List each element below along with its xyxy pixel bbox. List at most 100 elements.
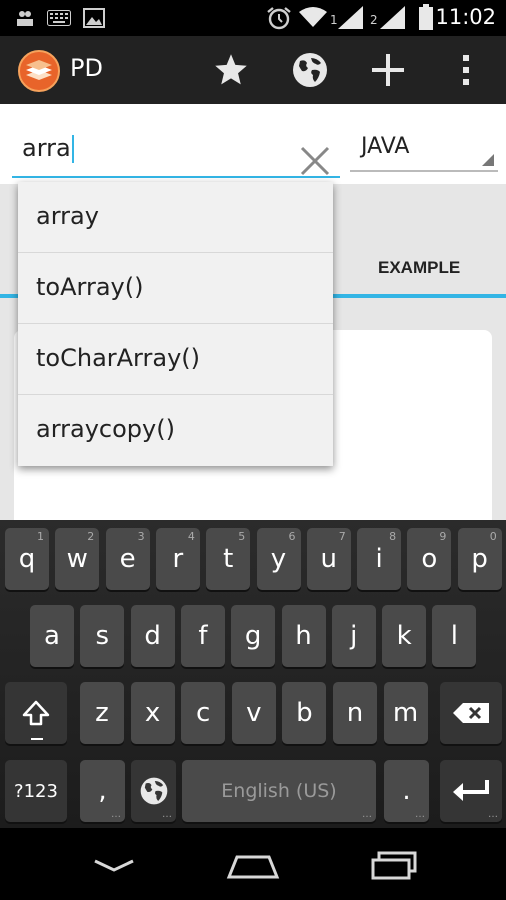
key-c[interactable]: c	[181, 682, 226, 744]
key-j[interactable]: j	[331, 605, 376, 667]
key-label: f	[198, 621, 208, 651]
tab-example[interactable]: EXAMPLE	[378, 258, 460, 278]
key-z[interactable]: z	[80, 682, 124, 744]
recent-apps-icon	[371, 851, 417, 880]
key-label: e	[119, 544, 136, 574]
key-label: l	[450, 621, 458, 651]
suggestion-item[interactable]: toCharArray()	[18, 324, 333, 395]
key-hint: 0	[489, 530, 497, 543]
key-h[interactable]: h	[281, 605, 326, 667]
search-bar: arra JAVA	[0, 104, 506, 184]
space-key-label: English (US)	[221, 780, 337, 802]
key-hint: 4	[187, 530, 195, 543]
key-w[interactable]: w2	[55, 528, 100, 590]
key-label: k	[396, 621, 412, 651]
keyboard-icon	[47, 10, 71, 26]
suggestion-label: array	[36, 202, 99, 230]
back-button[interactable]	[84, 846, 144, 886]
key-x[interactable]: x	[130, 682, 175, 744]
app-logo-icon[interactable]	[18, 50, 60, 92]
more-keys-indicator: …	[488, 809, 498, 820]
symbols-key-label: ?123	[14, 780, 58, 802]
key-l[interactable]: l	[432, 605, 477, 667]
globe-icon	[140, 777, 167, 805]
key-n[interactable]: n	[333, 682, 377, 744]
add-button[interactable]	[368, 50, 408, 90]
key-hint: 3	[137, 530, 145, 543]
key-label: d	[144, 621, 161, 651]
soft-keyboard: ?123 , … … English (US) … . … … q1w2e3r4…	[0, 520, 506, 828]
globe-icon	[293, 53, 327, 87]
key-k[interactable]: k	[382, 605, 427, 667]
suggestion-item[interactable]: toArray()	[18, 253, 333, 324]
key-label: w	[66, 544, 88, 574]
key-i[interactable]: i8	[357, 528, 402, 590]
key-p[interactable]: p0	[457, 528, 502, 590]
search-input[interactable]: arra	[12, 120, 340, 178]
suggestion-item[interactable]: array	[18, 182, 333, 253]
suggestion-label: toCharArray()	[36, 344, 201, 372]
home-button[interactable]	[223, 846, 283, 886]
key-label: y	[270, 544, 287, 574]
enter-icon	[453, 780, 489, 801]
image-icon	[83, 8, 105, 28]
autocomplete-dropdown: array toArray() toCharArray() arraycopy(…	[18, 182, 333, 466]
shift-icon	[22, 700, 50, 726]
key-label: b	[296, 698, 313, 728]
key-s[interactable]: s	[80, 605, 125, 667]
space-key[interactable]: English (US) …	[182, 760, 376, 822]
key-m[interactable]: m	[383, 682, 428, 744]
comma-key-label: ,	[98, 776, 107, 806]
key-label: j	[350, 621, 358, 651]
enter-key[interactable]: …	[440, 760, 502, 822]
recent-apps-button[interactable]	[364, 846, 424, 886]
key-label: t	[223, 544, 234, 574]
key-t[interactable]: t5	[206, 528, 251, 590]
language-switch-key[interactable]: …	[131, 760, 176, 822]
app-title: PD	[70, 54, 103, 82]
key-y[interactable]: y6	[256, 528, 301, 590]
language-select[interactable]: JAVA	[350, 120, 498, 172]
comma-key[interactable]: , …	[80, 760, 125, 822]
favorites-button[interactable]	[211, 50, 251, 90]
clock: 11:02	[435, 5, 496, 29]
signal-icon	[380, 6, 405, 29]
key-d[interactable]: d	[130, 605, 175, 667]
suggestion-item[interactable]: arraycopy()	[18, 395, 333, 466]
key-label: s	[95, 621, 110, 651]
key-label: u	[320, 544, 338, 574]
key-hint: 5	[238, 530, 246, 543]
key-e[interactable]: e3	[105, 528, 150, 590]
sim1-label: 1	[330, 13, 338, 27]
web-button[interactable]	[290, 50, 330, 90]
back-chevron-icon	[94, 859, 134, 872]
key-f[interactable]: f	[180, 605, 225, 667]
key-b[interactable]: b	[282, 682, 327, 744]
period-key[interactable]: . …	[384, 760, 429, 822]
key-v[interactable]: v	[231, 682, 276, 744]
key-label: i	[375, 544, 383, 574]
backspace-key[interactable]	[440, 682, 502, 744]
key-label: n	[346, 698, 364, 728]
key-hint: 8	[389, 530, 397, 543]
text-caret	[71, 135, 74, 163]
key-a[interactable]: a	[30, 605, 74, 667]
key-g[interactable]: g	[231, 605, 276, 667]
usb-debug-icon	[17, 11, 33, 26]
key-q[interactable]: q1	[5, 528, 49, 590]
shift-key[interactable]	[5, 682, 67, 744]
overflow-menu-button[interactable]	[446, 50, 486, 90]
symbols-key[interactable]: ?123	[5, 760, 67, 822]
key-label: p	[471, 544, 488, 574]
close-icon[interactable]	[296, 142, 334, 180]
key-r[interactable]: r4	[155, 528, 200, 590]
key-label: c	[196, 698, 211, 728]
key-u[interactable]: u7	[306, 528, 351, 590]
key-label: o	[421, 544, 438, 574]
key-hint: 9	[439, 530, 447, 543]
key-o[interactable]: o9	[407, 528, 452, 590]
more-keys-indicator: …	[362, 809, 372, 820]
period-key-label: .	[402, 776, 411, 806]
language-select-value: JAVA	[361, 134, 410, 159]
more-keys-indicator: …	[162, 809, 172, 820]
